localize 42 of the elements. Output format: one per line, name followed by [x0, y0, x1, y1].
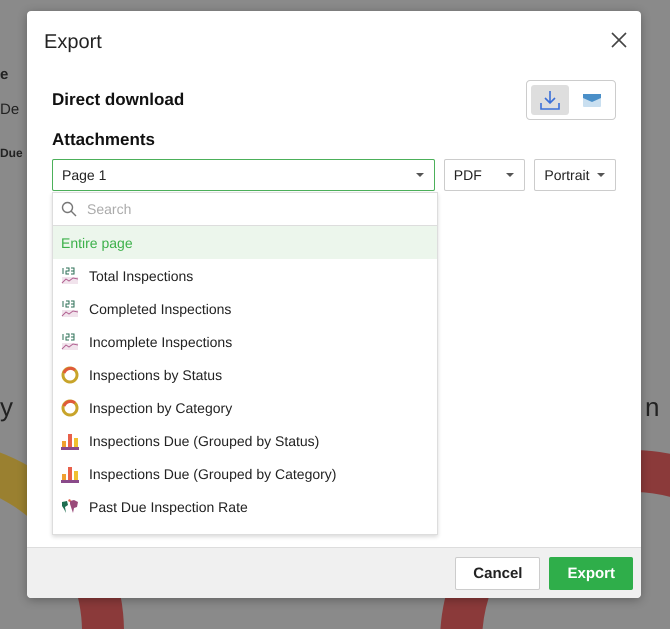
menu-item-label: Inspection by Category: [89, 400, 232, 416]
menu-item-label: Completed Inspections: [89, 300, 232, 316]
background-text: Due: [0, 146, 23, 160]
dialog-title: Export: [44, 31, 102, 54]
bar-chart-icon: [61, 464, 79, 482]
background-text: De: [0, 101, 20, 118]
menu-item[interactable]: Completed Inspections: [53, 292, 437, 325]
download-button[interactable]: [531, 85, 569, 115]
menu-item-label: Inspections by Status: [89, 366, 222, 382]
menu-item-label: Total Inspections: [89, 268, 194, 284]
search-icon: [61, 201, 77, 217]
menu-item[interactable]: Past Due Inspection Rate: [53, 490, 437, 523]
menu-item[interactable]: Inspection by Category: [53, 391, 437, 424]
cancel-button[interactable]: Cancel: [455, 556, 540, 590]
number-trend-icon: [61, 300, 79, 318]
world-map-icon: [61, 498, 79, 516]
section-heading: Attachments: [52, 130, 156, 150]
orientation-dropdown[interactable]: Portrait: [534, 159, 616, 191]
page-dropdown[interactable]: Page 1: [52, 159, 435, 191]
menu-item-label: Incomplete Inspections: [89, 334, 232, 350]
donut-chart-icon: [61, 366, 79, 384]
menu-item-label: Past Due Inspection Rate: [89, 498, 248, 514]
number-trend-icon: [61, 332, 79, 350]
background-text: y: [0, 392, 13, 423]
close-icon[interactable]: [611, 32, 627, 48]
format-dropdown[interactable]: PDF: [444, 159, 526, 191]
donut-chart-icon: [61, 398, 79, 416]
menu-item[interactable]: Inspections by Status: [53, 358, 437, 391]
number-trend-icon: [61, 266, 79, 284]
menu-item[interactable]: Inspections Due (Grouped by Status): [53, 424, 437, 457]
menu-item-label: Inspections Due (Grouped by Category): [89, 466, 336, 482]
background-text: e: [0, 66, 8, 83]
menu-item[interactable]: Inspections Due (Grouped by Category): [53, 457, 437, 490]
download-icon: [539, 89, 561, 111]
bar-chart-icon: [61, 432, 79, 450]
menu-item[interactable]: Total Inspections: [53, 259, 437, 292]
background-text: n: [645, 392, 660, 423]
section-heading: Direct download: [52, 90, 184, 110]
envelope-icon: [583, 94, 601, 106]
menu-item-label: Inspections Due (Grouped by Status): [89, 432, 320, 448]
menu-item[interactable]: Incomplete Inspections: [53, 325, 437, 358]
menu-item-label: Entire page: [61, 234, 133, 250]
